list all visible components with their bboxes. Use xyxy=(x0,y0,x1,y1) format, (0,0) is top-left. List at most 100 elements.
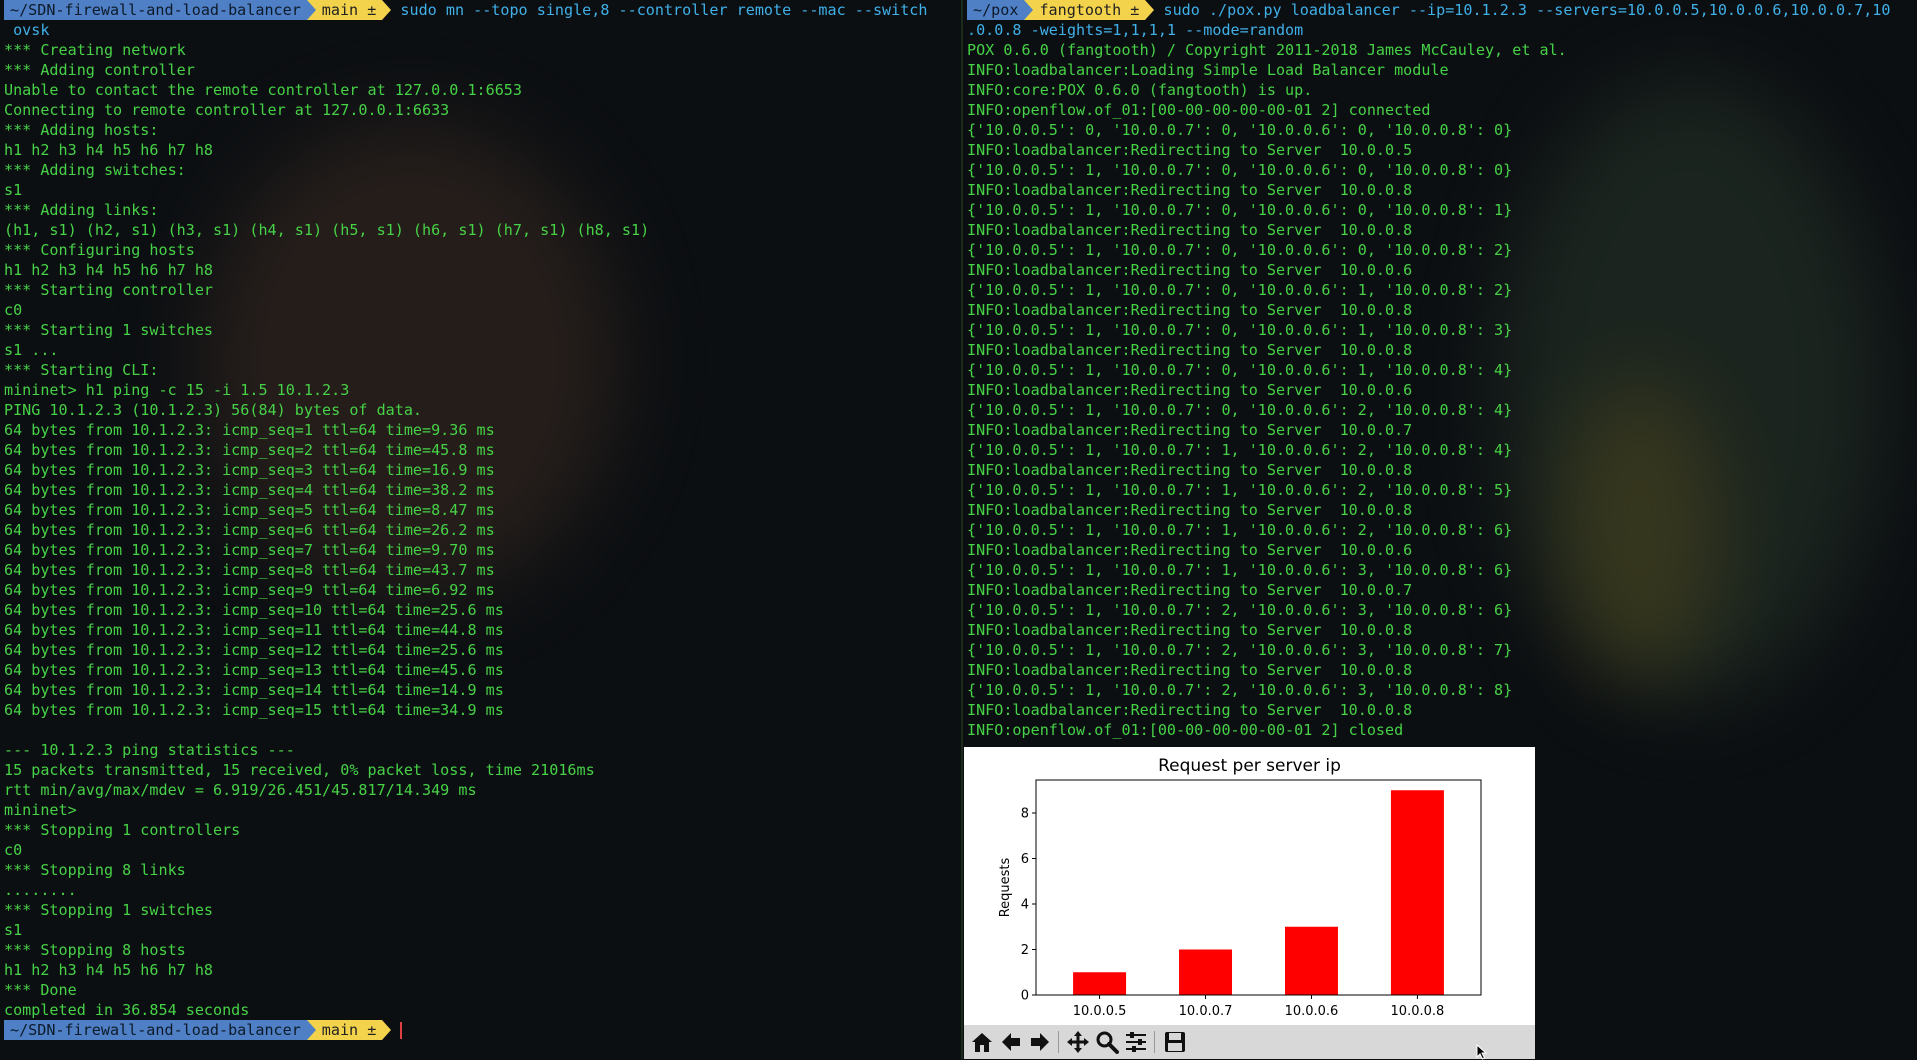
terminal-output-line: 64 bytes from 10.1.2.3: icmp_seq=13 ttl=… xyxy=(4,661,504,679)
command-text: sudo ./pox.py loadbalancer --ip=10.1.2.3… xyxy=(1163,1,1891,19)
terminal-output-line: INFO:loadbalancer:Redirecting to Server … xyxy=(967,261,1413,279)
terminal-output-line: {'10.0.0.5': 1, '10.0.0.7': 2, '10.0.0.6… xyxy=(967,601,1513,619)
terminal-output-line: *** Starting 1 switches xyxy=(4,321,214,339)
y-tick-label: 4 xyxy=(1021,897,1029,912)
back-arrow-icon[interactable] xyxy=(998,1029,1024,1055)
terminal-output-line: {'10.0.0.5': 1, '10.0.0.7': 1, '10.0.0.6… xyxy=(967,521,1513,539)
terminal-output-line: PING 10.1.2.3 (10.1.2.3) 56(84) bytes of… xyxy=(4,401,423,419)
y-tick-label: 0 xyxy=(1021,989,1029,1004)
terminal-output-line: INFO:loadbalancer:Redirecting to Server … xyxy=(967,701,1413,719)
y-tick-label: 6 xyxy=(1021,852,1029,867)
terminal-output-line: INFO:loadbalancer:Redirecting to Server … xyxy=(967,141,1413,159)
terminal-output-line: Unable to contact the remote controller … xyxy=(4,81,522,99)
home-icon[interactable] xyxy=(969,1029,995,1055)
terminal-output-line: POX 0.6.0 (fangtooth) / Copyright 2011-2… xyxy=(967,41,1567,59)
terminal-output-line: {'10.0.0.5': 1, '10.0.0.7': 2, '10.0.0.6… xyxy=(967,641,1513,659)
terminal-output-line: *** Done xyxy=(4,981,77,999)
terminal-output-line: 64 bytes from 10.1.2.3: icmp_seq=14 ttl=… xyxy=(4,681,504,699)
terminal-output-line: {'10.0.0.5': 1, '10.0.0.7': 0, '10.0.0.6… xyxy=(967,321,1513,339)
x-tick-label: 10.0.0.5 xyxy=(1073,1004,1127,1019)
terminal-output-line: *** Stopping 1 switches xyxy=(4,901,214,919)
x-tick-label: 10.0.0.6 xyxy=(1285,1004,1339,1019)
terminal-output-line: {'10.0.0.5': 1, '10.0.0.7': 2, '10.0.0.6… xyxy=(967,681,1513,699)
terminal-output-line: INFO:loadbalancer:Redirecting to Server … xyxy=(967,381,1413,399)
bar-10.0.0.8 xyxy=(1390,790,1444,995)
terminal-output-line: h1 h2 h3 h4 h5 h6 h7 h8 xyxy=(4,961,214,979)
terminal-output-line: s1 xyxy=(4,921,23,939)
terminal-output-line: INFO:core:POX 0.6.0 (fangtooth) is up. xyxy=(967,81,1313,99)
left-terminal-pane[interactable]: ~/SDN-firewall-and-load-balancer main ± s… xyxy=(0,0,961,1059)
terminal-output-line: {'10.0.0.5': 1, '10.0.0.7': 0, '10.0.0.6… xyxy=(967,361,1513,379)
matplotlib-plot-window[interactable]: Request per server ip 10.0.0.5 10.0.0.7 10… xyxy=(964,747,1535,1059)
terminal-output-line: INFO:openflow.of_01:[00-00-00-00-00-01 2… xyxy=(967,721,1404,739)
toolbar-separator xyxy=(1154,1031,1155,1053)
terminal-output-line: {'10.0.0.5': 1, '10.0.0.7': 0, '10.0.0.6… xyxy=(967,281,1513,299)
final-prompt-line: ~/SDN-firewall-and-load-balancer main ± xyxy=(4,1020,927,1040)
terminal-output-line: INFO:loadbalancer:Redirecting to Server … xyxy=(967,621,1413,639)
terminal-output-line: INFO:loadbalancer:Redirecting to Server … xyxy=(967,301,1413,319)
terminal-output-line: INFO:openflow.of_01:[00-00-00-00-00-01 2… xyxy=(967,101,1431,119)
terminal-output-line: {'10.0.0.5': 1, '10.0.0.7': 0, '10.0.0.6… xyxy=(967,201,1513,219)
terminal-output-line: *** Adding switches: xyxy=(4,161,186,179)
terminal-output-line: INFO:loadbalancer:Redirecting to Server … xyxy=(967,661,1413,679)
left-terminal-output: ~/SDN-firewall-and-load-balancer main ± s… xyxy=(4,0,927,1040)
terminal-output-line: {'10.0.0.5': 1, '10.0.0.7': 0, '10.0.0.6… xyxy=(967,241,1513,259)
terminal-output-line: 15 packets transmitted, 15 received, 0% … xyxy=(4,761,595,779)
terminal-output-line: {'10.0.0.5': 1, '10.0.0.7': 0, '10.0.0.6… xyxy=(967,401,1513,419)
prompt-path-segment: ~/SDN-firewall-and-load-balancer xyxy=(4,1020,307,1040)
terminal-output-line: 64 bytes from 10.1.2.3: icmp_seq=15 ttl=… xyxy=(4,701,504,719)
prompt-git-branch: main ± xyxy=(315,0,383,20)
terminal-output-line: c0 xyxy=(4,301,23,319)
command-text: sudo mn --topo single,8 --controller rem… xyxy=(400,1,928,19)
terminal-output-line: 64 bytes from 10.1.2.3: icmp_seq=11 ttl=… xyxy=(4,621,504,639)
bar-10.0.0.7 xyxy=(1179,949,1233,995)
terminal-output-line: *** Configuring hosts xyxy=(4,241,195,259)
x-tick-label: 10.0.0.8 xyxy=(1391,1004,1445,1019)
prompt-separator xyxy=(306,0,316,20)
y-tick-label: 2 xyxy=(1021,943,1029,958)
terminal-output-line: {'10.0.0.5': 1, '10.0.0.7': 1, '10.0.0.6… xyxy=(967,561,1513,579)
terminal-output-line: {'10.0.0.5': 1, '10.0.0.7': 1, '10.0.0.6… xyxy=(967,481,1513,499)
prompt-git-branch: fangtooth ± xyxy=(1033,0,1146,20)
terminal-output-line: *** Adding hosts: xyxy=(4,121,159,139)
terminal-output-line: {'10.0.0.5': 0, '10.0.0.7': 0, '10.0.0.6… xyxy=(967,121,1513,139)
terminal-output-line: --- 10.1.2.3 ping statistics --- xyxy=(4,741,295,759)
terminal-output-line: 64 bytes from 10.1.2.3: icmp_seq=7 ttl=6… xyxy=(4,541,495,559)
bar-10.0.0.6 xyxy=(1284,926,1338,995)
terminal-output-line: mininet> xyxy=(4,801,77,819)
configure-subplots-icon[interactable] xyxy=(1123,1029,1149,1055)
terminal-output-line: *** Stopping 8 hosts xyxy=(4,941,186,959)
terminal-output-line: 64 bytes from 10.1.2.3: icmp_seq=3 ttl=6… xyxy=(4,461,495,479)
terminal-output-line: 64 bytes from 10.1.2.3: icmp_seq=4 ttl=6… xyxy=(4,481,495,499)
terminal-output-line: h1 h2 h3 h4 h5 h6 h7 h8 xyxy=(4,261,214,279)
prompt-separator xyxy=(1024,0,1034,20)
terminal-output-line: INFO:loadbalancer:Redirecting to Server … xyxy=(967,421,1413,439)
bar-10.0.0.5 xyxy=(1073,972,1127,995)
terminal-output-line: 64 bytes from 10.1.2.3: icmp_seq=10 ttl=… xyxy=(4,601,504,619)
right-terminal-output: ~/pox fangtooth ± sudo ./pox.py loadbalan… xyxy=(967,0,1890,740)
terminal-output-line: INFO:loadbalancer:Loading Simple Load Ba… xyxy=(967,61,1449,79)
terminal-output-line: 64 bytes from 10.1.2.3: icmp_seq=1 ttl=6… xyxy=(4,421,495,439)
pan-icon[interactable] xyxy=(1065,1029,1091,1055)
prompt-path-segment: ~/SDN-firewall-and-load-balancer xyxy=(4,0,307,20)
terminal-output-line: *** Stopping 8 links xyxy=(4,861,186,879)
terminal-output-line: s1 xyxy=(4,181,23,199)
command-prompt-line: ~/SDN-firewall-and-load-balancer main ± s… xyxy=(4,0,927,20)
zoom-icon[interactable] xyxy=(1094,1029,1120,1055)
forward-arrow-icon[interactable] xyxy=(1027,1029,1053,1055)
terminal-output-line: *** Starting controller xyxy=(4,281,214,299)
terminal-output-line: mininet> h1 ping -c 15 -i 1.5 10.1.2.3 xyxy=(4,381,350,399)
terminal-output-line: rtt min/avg/max/mdev = 6.919/26.451/45.8… xyxy=(4,781,477,799)
prompt-separator xyxy=(1145,0,1155,20)
prompt-separator xyxy=(306,1020,316,1040)
terminal-output-line: INFO:loadbalancer:Redirecting to Server … xyxy=(967,221,1413,239)
prompt-separator xyxy=(382,0,392,20)
terminal-output-line: INFO:loadbalancer:Redirecting to Server … xyxy=(967,541,1413,559)
plot-toolbar xyxy=(964,1025,1535,1059)
save-icon[interactable] xyxy=(1162,1029,1188,1055)
terminal-output-line: c0 xyxy=(4,841,23,859)
y-axis-label: Requests xyxy=(998,857,1013,917)
terminal-output-line: 64 bytes from 10.1.2.3: icmp_seq=8 ttl=6… xyxy=(4,561,495,579)
terminal-cursor xyxy=(400,1022,403,1039)
prompt-separator xyxy=(382,1020,392,1040)
